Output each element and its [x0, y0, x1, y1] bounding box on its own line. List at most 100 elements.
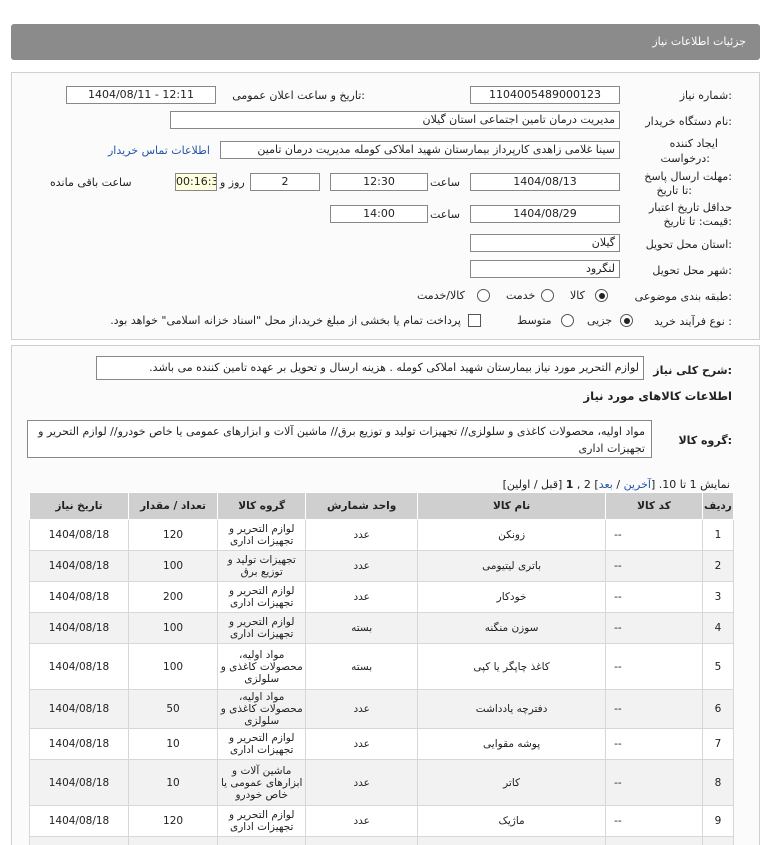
cell-unit	[305, 836, 419, 845]
cell-row-number: 9	[701, 805, 735, 837]
col-unit: واحد شمارش	[305, 492, 419, 520]
creator-field[interactable]: سینا غلامی زاهدی کارپرداز بیمارستان شهید…	[220, 141, 620, 159]
table-row[interactable]: 9 -- ماژیک عدد لوازم التحریر و تجهیزات اداری…	[29, 805, 735, 837]
cell-need-date: 1404/08/18	[29, 759, 129, 806]
cell-unit: عدد	[305, 728, 419, 760]
remaining-time-field: 00:16:32	[175, 173, 217, 191]
cell-unit: عدد	[305, 759, 419, 806]
goods-info-title: اطلاعات کالاهای مورد نیاز	[583, 389, 732, 403]
cell-need-date: 1404/08/18	[29, 519, 129, 551]
table-header-row: ردیف کد کالا نام کالا واحد شمارش گروه کا…	[29, 492, 735, 520]
cell-unit: بسته	[305, 612, 419, 644]
pagination: نمایش 1 تا 10. [آخرین / بعد] 2 , 1 [قبل …	[503, 478, 730, 491]
cell-item-name: کاغذ چاپگر یا کپی	[417, 643, 607, 690]
category-radio-goods-service[interactable]	[477, 289, 490, 302]
need-number-field[interactable]: 1104005489000123	[470, 86, 620, 104]
cell-unit: عدد	[305, 805, 419, 837]
table-row[interactable]: 8 -- کاتر عدد ماشین آلات و ابزارهای عمومی یا…	[29, 759, 735, 806]
process-radio-minor[interactable]	[620, 314, 633, 327]
cell-group: مواد اولیه، محصولات کاغذی و سلولزی	[217, 643, 307, 690]
cell-need-date: 1404/08/18	[29, 643, 129, 690]
cell-need-date: 1404/08/18	[29, 728, 129, 760]
cell-unit: عدد	[305, 550, 419, 582]
table-row[interactable]: 4 -- سوزن منگنه بسته لوازم التحریر و تجهیزات…	[29, 612, 735, 644]
category-option-goods-service: کالا/خدمت	[417, 289, 465, 302]
remaining-label: ساعت باقی مانده	[50, 176, 132, 189]
reply-deadline-label-2: تا تاریخ:	[656, 184, 692, 197]
category-radio-goods[interactable]	[595, 289, 608, 302]
city-field[interactable]: لنگرود	[470, 260, 620, 278]
table-row[interactable]: 6 -- دفترچه یادداشت عدد مواد اولیه، محصولات …	[29, 689, 735, 729]
cell-item-code: --	[605, 550, 703, 582]
buyer-contact-link[interactable]: اطلاعات تماس خریدار	[108, 144, 210, 157]
cell-group: لوازم التحریر و تجهیزات اداری	[217, 805, 307, 837]
validity-date-field[interactable]: 1404/08/29	[470, 205, 620, 223]
table-row[interactable]: 1 -- زونکن عدد لوازم التحریر و تجهیزات اداری…	[29, 519, 735, 551]
cell-quantity: 120	[127, 519, 219, 551]
cell-group: تجهیزات تولید و توزیع برق	[217, 550, 307, 582]
group-label: گروه کالا:	[678, 434, 732, 447]
cell-unit: بسته	[305, 643, 419, 690]
page-header: جزئیات اطلاعات نیاز	[11, 24, 760, 60]
cell-item-code: --	[605, 728, 703, 760]
process-option-medium: متوسط	[517, 314, 552, 327]
cell-quantity: 200	[127, 581, 219, 613]
cell-unit: عدد	[305, 581, 419, 613]
cell-quantity: 10	[127, 759, 219, 806]
cell-row-number: 6	[701, 689, 735, 729]
items-table: ردیف کد کالا نام کالا واحد شمارش گروه کا…	[29, 492, 735, 845]
payment-note: پرداخت تمام یا بخشی از مبلغ خرید،از محل …	[110, 314, 461, 327]
cell-item-code: --	[605, 805, 703, 837]
cell-need-date: 1404/08/18	[29, 836, 129, 845]
cell-item-name: پوشه مقوایی	[417, 728, 607, 760]
province-label: استان محل تحویل:	[645, 238, 732, 251]
reply-date-field[interactable]: 1404/08/13	[470, 173, 620, 191]
cell-group: لوازم التحریر و	[217, 836, 307, 845]
cell-group: مواد اولیه، محصولات کاغذی و سلولزی	[217, 689, 307, 729]
cell-row-number: 3	[701, 581, 735, 613]
cell-item-name: زونکن	[417, 519, 607, 551]
summary-field: لوازم التحریر مورد نیاز بیمارستان شهید ا…	[96, 356, 644, 380]
cell-need-date: 1404/08/18	[29, 612, 129, 644]
table-row[interactable]: 10-- لوازم التحریر و481404/08/18	[29, 836, 735, 845]
treasury-checkbox[interactable]	[468, 314, 481, 327]
cell-need-date: 1404/08/18	[29, 805, 129, 837]
cell-quantity: 120	[127, 805, 219, 837]
buyer-org-field[interactable]: مدیریت درمان تامین اجتماعی استان گیلان	[170, 111, 620, 129]
col-quantity: تعداد / مقدار	[127, 492, 219, 520]
creator-label-2: درخواست:	[660, 152, 711, 165]
cell-group: ماشین آلات و ابزارهای عمومی یا خاص خودرو	[217, 759, 307, 806]
pagination-prefix: نمایش 1 تا 10. [	[650, 478, 730, 491]
creator-label-1: ایجاد کننده	[669, 137, 718, 150]
table-row[interactable]: 7 -- پوشه مقوایی عدد لوازم التحریر و تجهیزات…	[29, 728, 735, 760]
days-field[interactable]: 2	[250, 173, 320, 191]
pagination-next-link[interactable]: بعد	[599, 478, 613, 491]
category-option-service: خدمت	[506, 289, 536, 302]
cell-quantity: 100	[127, 612, 219, 644]
announce-label: تاریخ و ساعت اعلان عمومی:	[232, 89, 365, 102]
category-radio-service[interactable]	[541, 289, 554, 302]
table-row[interactable]: 5 -- کاغذ چاپگر یا کپی بسته مواد اولیه، محصو…	[29, 643, 735, 690]
category-option-goods: کالا	[570, 289, 585, 302]
cell-need-date: 1404/08/18	[29, 550, 129, 582]
pagination-suffix: [قبل / اولین]	[502, 478, 566, 491]
page-title: جزئیات اطلاعات نیاز	[652, 35, 746, 48]
announce-field[interactable]: 1404/08/11 - 12:11	[66, 86, 216, 104]
pagination-last-link[interactable]: آخرین	[624, 478, 651, 491]
validity-time-field[interactable]: 14:00	[330, 205, 428, 223]
cell-item-code: --	[605, 689, 703, 729]
cell-item-code: --	[605, 836, 703, 845]
cell-group: لوازم التحریر و تجهیزات اداری	[217, 519, 307, 551]
process-radio-medium[interactable]	[561, 314, 574, 327]
table-row[interactable]: 2 -- باتری لیتیومی عدد تجهیزات تولید و توزیع…	[29, 550, 735, 582]
cell-row-number: 2	[701, 550, 735, 582]
table-row[interactable]: 3 -- خودکار عدد لوازم التحریر و تجهیزات ادار…	[29, 581, 735, 613]
reply-time-field[interactable]: 12:30	[330, 173, 428, 191]
pagination-mid: ] 2 ,	[576, 478, 599, 491]
cell-need-date: 1404/08/18	[29, 689, 129, 729]
cell-item-code: --	[605, 519, 703, 551]
province-field[interactable]: گیلان	[470, 234, 620, 252]
cell-group: لوازم التحریر و تجهیزات اداری	[217, 612, 307, 644]
cell-quantity: 100	[127, 550, 219, 582]
col-row-number: ردیف	[701, 492, 735, 520]
